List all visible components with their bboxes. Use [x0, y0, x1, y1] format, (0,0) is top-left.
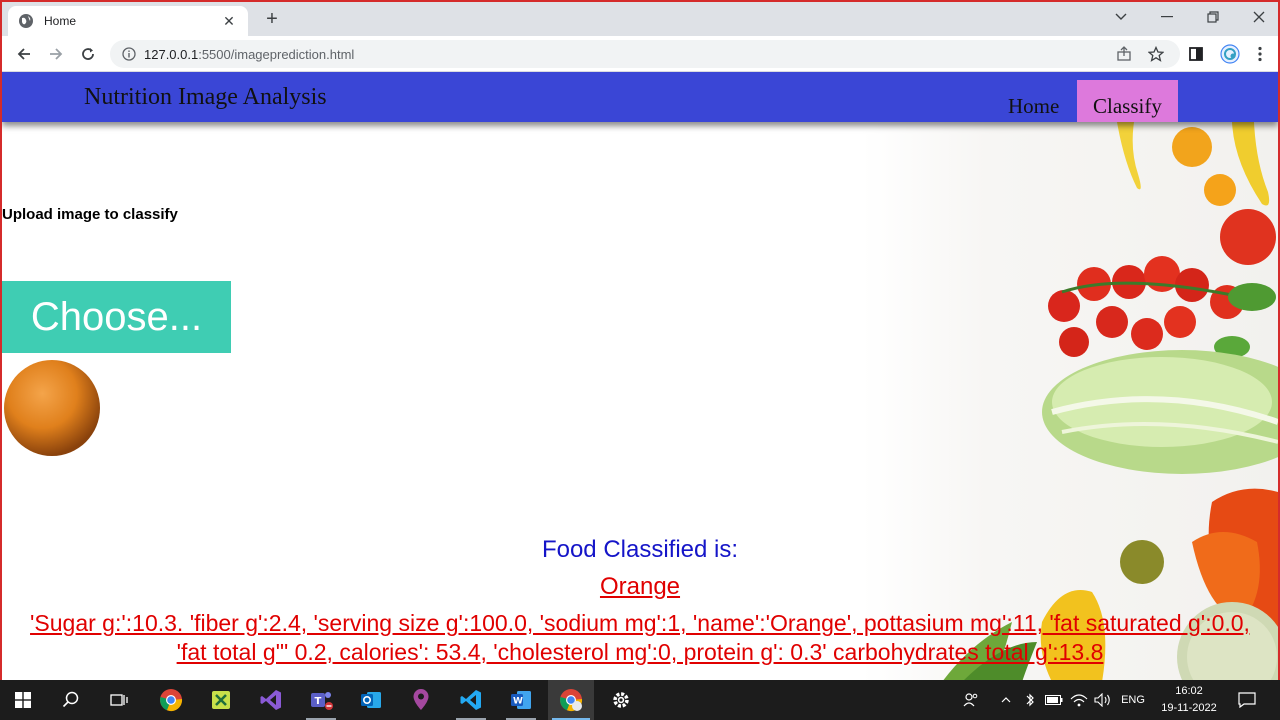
side-panel-icon[interactable]: [1182, 40, 1210, 68]
settings-gear-icon[interactable]: [598, 680, 644, 720]
browser-toolbar: 127.0.0.1:5500/imageprediction.html: [2, 36, 1278, 72]
notification-icon[interactable]: [1234, 680, 1260, 720]
url-text: 127.0.0.1:5500/imageprediction.html: [144, 46, 355, 62]
nutrition-details-link[interactable]: 'Sugar g:':10.3. 'fiber g':2.4, 'serving…: [2, 609, 1278, 667]
choose-file-button[interactable]: Choose...: [2, 281, 231, 353]
nutrition-details-line-1: 'Sugar g:':10.3. 'fiber g':2.4, 'serving…: [30, 610, 1250, 636]
outlook-icon[interactable]: [348, 680, 394, 720]
visual-studio-icon[interactable]: [248, 680, 294, 720]
share-icon[interactable]: [1110, 40, 1138, 68]
bookmark-star-icon[interactable]: [1142, 40, 1170, 68]
volume-icon[interactable]: [1092, 680, 1114, 720]
menu-dots-icon[interactable]: [1246, 40, 1274, 68]
word-icon[interactable]: W: [498, 680, 544, 720]
clock-time: 16:02: [1175, 685, 1203, 697]
web-page: Nutrition Image Analysis Home Classify U…: [2, 72, 1278, 680]
nav-link-classify[interactable]: Classify: [1077, 80, 1178, 122]
result-heading: Food Classified is:: [541, 536, 739, 563]
clock-date: 19-11-2022: [1161, 702, 1217, 714]
language-indicator[interactable]: ENG: [1118, 680, 1148, 720]
windows-taskbar: T W ENG 16:02 19-11-2022: [0, 680, 1280, 720]
windows-start-icon[interactable]: [0, 680, 46, 720]
battery-icon[interactable]: [1044, 680, 1064, 720]
svg-text:T: T: [315, 696, 322, 707]
site-navbar: Nutrition Image Analysis Home Classify: [2, 72, 1278, 122]
upload-label: Upload image to classify: [2, 206, 178, 223]
bluetooth-icon[interactable]: [1022, 680, 1038, 720]
restore-icon[interactable]: [1190, 2, 1236, 32]
task-view-icon[interactable]: [96, 680, 142, 720]
extension-icon[interactable]: [1216, 40, 1244, 68]
system-clock[interactable]: 16:02 19-11-2022: [1150, 683, 1228, 717]
vscode-icon[interactable]: [448, 680, 494, 720]
search-icon[interactable]: [48, 680, 94, 720]
teams-icon[interactable]: T: [298, 680, 344, 720]
nutrition-details-line-2: 'fat total g'" 0.2, calories': 53.4, 'ch…: [176, 639, 1104, 665]
browser-tab-home[interactable]: Home ✕: [8, 6, 248, 36]
classified-food-link[interactable]: Orange: [2, 573, 1278, 601]
new-tab-icon[interactable]: +: [260, 8, 284, 32]
tab-title: Home: [44, 14, 77, 28]
tab-strip: Home ✕ +: [2, 2, 1278, 36]
site-info-icon[interactable]: [122, 47, 136, 61]
site-brand[interactable]: Nutrition Image Analysis: [84, 84, 327, 111]
nav-link-home[interactable]: Home: [992, 80, 1075, 122]
wifi-icon[interactable]: [1068, 680, 1090, 720]
forward-arrow-icon[interactable]: [42, 40, 70, 68]
close-window-icon[interactable]: [1236, 2, 1278, 32]
browser-window: Home ✕ + 127.0.0.1:5500/imageprediction.…: [0, 0, 1280, 680]
minimize-icon[interactable]: [1144, 2, 1190, 32]
excel-like-app-icon[interactable]: [198, 680, 244, 720]
tab-close-icon[interactable]: ✕: [220, 13, 238, 30]
address-bar[interactable]: 127.0.0.1:5500/imageprediction.html: [110, 40, 1180, 68]
svg-text:W: W: [513, 697, 523, 707]
chevron-up-icon[interactable]: [998, 680, 1014, 720]
chrome-icon[interactable]: [148, 680, 194, 720]
tab-search-icon[interactable]: [1098, 2, 1144, 32]
uploaded-image-preview: [4, 360, 100, 456]
globe-icon: [19, 14, 33, 28]
back-arrow-icon[interactable]: [10, 40, 38, 68]
people-icon[interactable]: [960, 680, 982, 720]
maps-icon[interactable]: [398, 680, 444, 720]
chrome-active-window-icon[interactable]: [548, 680, 594, 720]
reload-icon[interactable]: [74, 40, 102, 68]
